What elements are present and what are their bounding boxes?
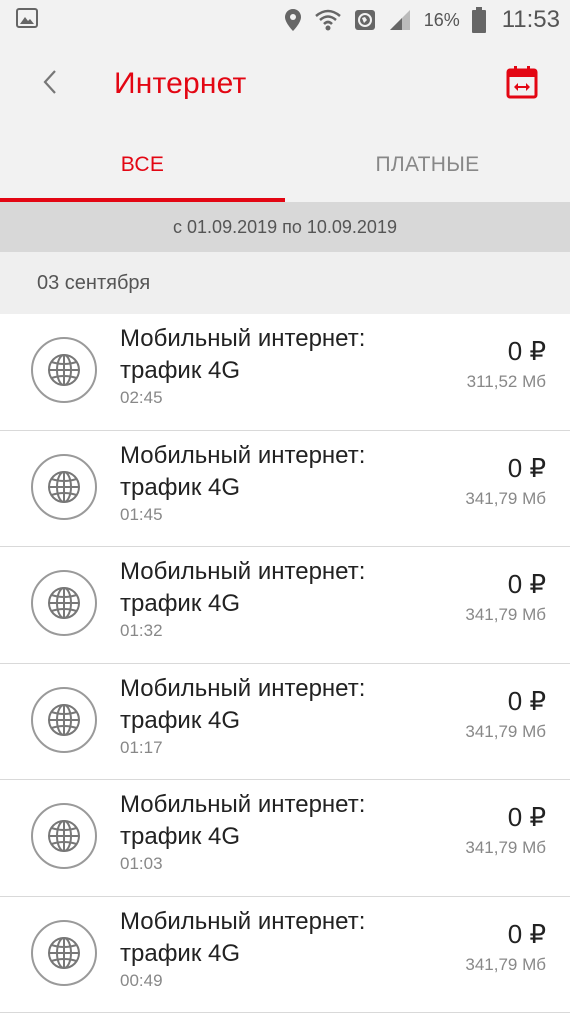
battery-label: 16% bbox=[423, 9, 460, 30]
item-title: Мобильный интернет: трафик 4G bbox=[120, 907, 366, 967]
battery-icon bbox=[471, 7, 486, 33]
item-title: Мобильный интернет: трафик 4G bbox=[120, 791, 366, 850]
item-volume: 341,79 Мб bbox=[465, 721, 546, 741]
location-icon bbox=[284, 8, 302, 32]
globe-icon bbox=[31, 570, 97, 636]
app-bar: Интернет bbox=[0, 40, 570, 128]
item-title: Мобильный интернет: трафик 4G bbox=[120, 325, 366, 384]
list-item[interactable]: Мобильный интернет: трафик 4G 01:03 0 ₽ … bbox=[0, 780, 570, 897]
list-item[interactable]: Мобильный интернет: трафик 4G 01:17 0 ₽ … bbox=[0, 664, 570, 780]
item-time: 01:03 bbox=[120, 854, 163, 873]
gallery-notification-icon bbox=[16, 7, 38, 33]
item-amount: 0 ₽ bbox=[507, 452, 546, 483]
item-time: 01:45 bbox=[120, 504, 163, 524]
chevron-left-icon bbox=[42, 69, 58, 100]
list-item[interactable]: Мобильный интернет: трафик 4G 02:45 0 ₽ … bbox=[0, 314, 570, 431]
item-amount: 0 ₽ bbox=[507, 802, 546, 832]
item-amount: 0 ₽ bbox=[507, 569, 546, 599]
list-item[interactable]: Мобильный интернет: трафик 4G 01:45 0 ₽ … bbox=[0, 431, 570, 547]
status-bar: 16% 11:53 bbox=[0, 0, 570, 40]
signal-icon bbox=[388, 9, 412, 31]
item-time: 01:32 bbox=[120, 621, 163, 640]
wifi-icon bbox=[314, 8, 342, 32]
item-volume: 341,79 Мб bbox=[465, 488, 546, 508]
item-time: 01:17 bbox=[120, 737, 163, 757]
item-amount: 0 ₽ bbox=[507, 336, 546, 366]
globe-icon bbox=[31, 686, 97, 753]
vpn-globe-icon bbox=[354, 9, 376, 31]
page-title: Интернет bbox=[114, 67, 247, 100]
date-group-header: 03 сентября bbox=[0, 252, 570, 314]
list-item[interactable]: Мобильный интернет: трафик 4G 01:32 0 ₽ … bbox=[0, 547, 570, 664]
back-button[interactable] bbox=[22, 56, 78, 112]
globe-icon bbox=[31, 803, 97, 869]
item-title: Мобильный интернет: трафик 4G bbox=[120, 674, 366, 734]
list-item[interactable]: Мобильный интернет: трафик 4G 00:49 0 ₽ … bbox=[0, 897, 570, 1013]
period-range: с 01.09.2019 по 10.09.2019 bbox=[0, 202, 570, 252]
item-volume: 341,79 Мб bbox=[465, 954, 546, 974]
item-volume: 341,79 Мб bbox=[465, 838, 546, 857]
item-title: Мобильный интернет: трафик 4G bbox=[120, 441, 366, 501]
tab-paid[interactable]: ПЛАТНЫЕ bbox=[285, 128, 570, 202]
item-volume: 311,52 Мб bbox=[466, 372, 546, 391]
item-time: 00:49 bbox=[120, 970, 163, 990]
globe-icon bbox=[31, 453, 97, 520]
item-time: 02:45 bbox=[120, 388, 163, 407]
tab-bar: ВСЕ ПЛАТНЫЕ bbox=[0, 128, 570, 202]
item-amount: 0 ₽ bbox=[507, 685, 546, 716]
calendar-icon bbox=[506, 65, 538, 104]
globe-icon bbox=[31, 919, 97, 986]
item-title: Мобильный интернет: трафик 4G bbox=[120, 558, 366, 617]
tab-all[interactable]: ВСЕ bbox=[0, 128, 285, 202]
item-volume: 341,79 Мб bbox=[465, 605, 546, 624]
globe-icon bbox=[31, 337, 97, 403]
clock: 11:53 bbox=[501, 6, 560, 33]
item-amount: 0 ₽ bbox=[507, 918, 546, 949]
transactions-list: Мобильный интернет: трафик 4G 02:45 0 ₽ … bbox=[0, 314, 570, 1013]
calendar-period-button[interactable] bbox=[496, 58, 548, 110]
